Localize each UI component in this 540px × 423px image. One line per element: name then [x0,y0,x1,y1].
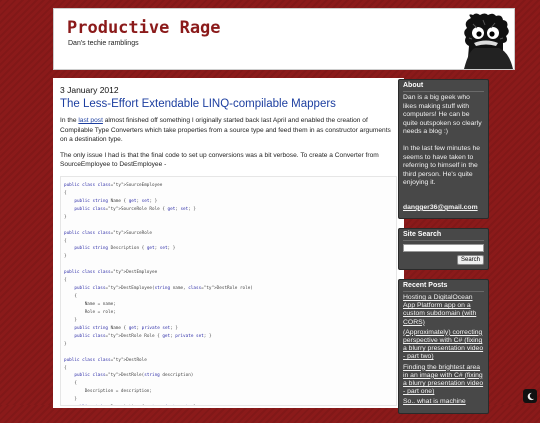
code-line: public class class="ty">DestRole [64,357,147,363]
about-email-link[interactable]: dangger36@gmail.com [403,204,478,211]
recent-posts-title: Recent Posts [403,282,484,292]
search-input[interactable] [403,243,484,252]
code-line: Role = role; [64,309,116,315]
search-widget: Site Search Search [398,227,489,270]
code-line: } [64,341,67,347]
code-line: Description = description; [64,389,152,395]
code-line: } [64,254,67,260]
about-text-1: Dan is a big geek who likes making stuff… [403,94,482,136]
code-line: { [64,278,67,284]
sidebar: About Dan is a big geek who likes making… [398,79,489,423]
site-header: Productive Rage Dan's techie ramblings [53,8,515,70]
code-line: public string Name { get; set; } [74,198,158,204]
moon-icon [527,392,534,400]
code-line: public string Description { get; private… [64,404,393,405]
post-date: 3 January 2012 [60,85,119,95]
main-content: 3 January 2012 The Less-Effort Extendabl… [53,78,404,408]
code-line: public class="ty">DestRole(string descri… [74,373,194,379]
site-tagline: Dan's techie ramblings [68,40,139,47]
search-title: Site Search [403,231,484,241]
about-text-2: In the last few minutes he seems to have… [403,144,481,187]
code-line: { [64,238,67,244]
code-block: public class class="ty">SourceEmployee{ … [60,175,397,406]
mascot-icon [464,13,513,69]
search-button[interactable]: Search [456,254,484,265]
code-line: public class class="ty">SourceEmployee [64,182,163,188]
code-line: Name = name; [64,302,116,308]
code-line: } [64,397,77,403]
about-title: About [403,82,484,92]
post-paragraph-2: The only issue I had is that the final c… [60,151,379,169]
code-line: public class="ty">DestEmployee(string na… [74,286,253,292]
recent-post-link[interactable]: Finding the brightest area in an image w… [403,364,484,397]
recent-posts-widget: Recent Posts Hosting a DigitalOcean App … [398,278,489,414]
code-line: public string Description { get; set; } [74,246,176,252]
code-line: public class="ty">SourceRole Role { get;… [74,206,196,212]
code-line: } [64,214,67,220]
theme-toggle-button[interactable] [523,389,537,403]
code-line: public class class="ty">DestEmployee [64,270,158,276]
code-line: { [64,381,77,387]
site-title[interactable]: Productive Rage [67,18,221,38]
code-line: { [64,294,77,300]
code-line: { [64,190,67,196]
code-line: { [64,365,67,371]
code-line: public class="ty">DestRole Role { get; p… [74,333,212,339]
recent-post-link[interactable]: (Approximately) correcting perspective w… [403,329,484,362]
code-line: public class class="ty">SourceRole [64,230,152,236]
code-line: public string Name { get; private set; } [74,325,178,331]
code-line: } [64,317,77,323]
about-widget: About Dan is a big geek who likes making… [398,79,489,219]
recent-post-link[interactable]: So.. what is machine [403,398,484,406]
recent-post-link[interactable]: Hosting a DigitalOcean App Platform app … [403,294,484,327]
post-paragraph-1: In the last post almost finished off som… [60,117,391,144]
last-post-link[interactable]: last post [78,117,103,124]
post-title[interactable]: The Less-Effort Extendable LINQ-compilab… [60,98,397,110]
